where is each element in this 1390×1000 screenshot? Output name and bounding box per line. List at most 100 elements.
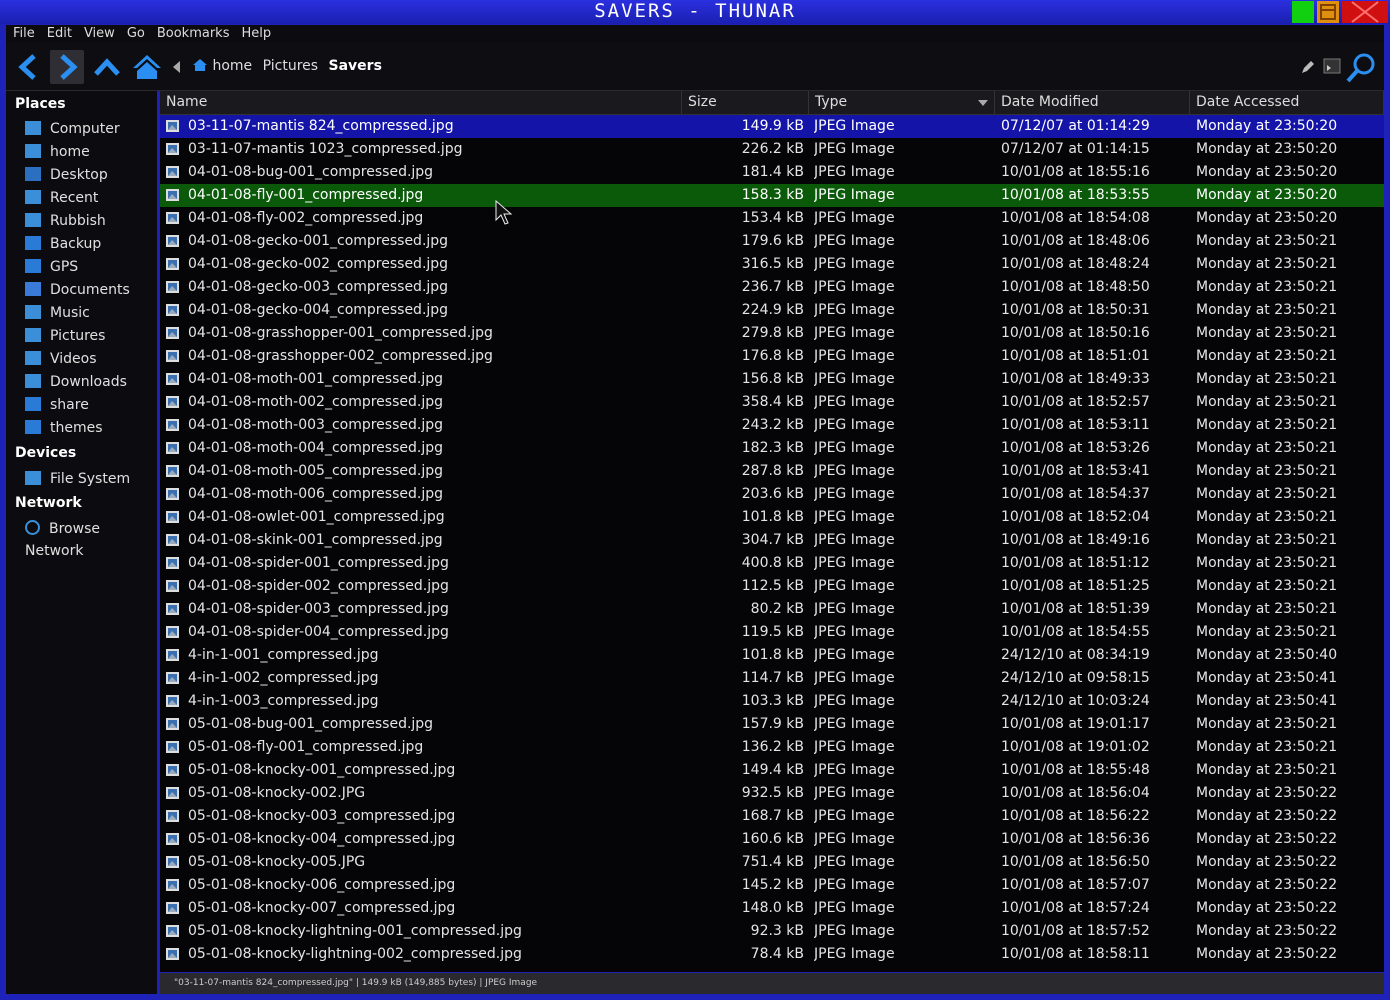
menu-bookmarks[interactable]: Bookmarks — [157, 26, 230, 41]
up-button[interactable] — [90, 50, 124, 84]
table-row[interactable]: 04-01-08-spider-003_compressed.jpg 80.2 k… — [160, 598, 1384, 621]
folder-icon — [25, 144, 41, 158]
search-icon[interactable] — [1344, 51, 1378, 85]
terminal-icon[interactable] — [1323, 57, 1341, 75]
folder-icon — [25, 259, 41, 273]
column-type[interactable]: Type — [809, 91, 995, 114]
maximize-button[interactable] — [1317, 1, 1339, 23]
column-date-modified[interactable]: Date Modified — [995, 91, 1190, 114]
table-row[interactable]: 04-01-08-owlet-001_compressed.jpg 101.8 k… — [160, 506, 1384, 529]
sidebar-item-recent[interactable]: Recent — [25, 187, 98, 209]
table-row[interactable]: 04-01-08-gecko-003_compressed.jpg 236.7 k… — [160, 276, 1384, 299]
table-row[interactable]: 05-01-08-knocky-006_compressed.jpg 145.2 … — [160, 874, 1384, 897]
table-row[interactable]: 4-in-1-002_compressed.jpg 114.7 kB JPEG Im… — [160, 667, 1384, 690]
table-row[interactable]: 05-01-08-knocky-lightning-001_compressed… — [160, 920, 1384, 943]
image-file-icon — [166, 350, 179, 362]
sidebar-item-themes[interactable]: themes — [25, 417, 103, 439]
sidebar-item-share[interactable]: share — [25, 394, 89, 416]
table-row[interactable]: 05-01-08-knocky-005.JPG 751.4 kB JPEG Imag… — [160, 851, 1384, 874]
folder-icon — [25, 190, 41, 204]
table-row[interactable]: 05-01-08-knocky-001_compressed.jpg 149.4 … — [160, 759, 1384, 782]
image-file-icon — [166, 787, 179, 799]
file-type: JPEG Image — [814, 141, 895, 157]
table-row[interactable]: 04-01-08-moth-006_compressed.jpg 203.6 kB… — [160, 483, 1384, 506]
table-row[interactable]: 04-01-08-moth-001_compressed.jpg 156.8 kB… — [160, 368, 1384, 391]
table-row[interactable]: 04-01-08-gecko-004_compressed.jpg 224.9 k… — [160, 299, 1384, 322]
sidebar-item-music[interactable]: Music — [25, 302, 90, 324]
column-size[interactable]: Size — [682, 91, 809, 114]
edit-location-icon[interactable] — [1300, 59, 1316, 75]
file-size: 400.8 kB — [741, 555, 804, 571]
table-row[interactable]: 05-01-08-knocky-002.JPG 932.5 kB JPEG Imag… — [160, 782, 1384, 805]
table-row[interactable]: 04-01-08-spider-002_compressed.jpg 112.5 … — [160, 575, 1384, 598]
sidebar-item-rubbish[interactable]: Rubbish — [25, 210, 106, 232]
table-row[interactable]: 04-01-08-grasshopper-001_compressed.jpg 2… — [160, 322, 1384, 345]
table-row[interactable]: 04-01-08-fly-001_compressed.jpg 158.3 kB J… — [160, 184, 1384, 207]
crumb-home[interactable]: home — [212, 58, 252, 74]
image-file-icon — [166, 879, 179, 891]
sidebar-item-backup[interactable]: Backup — [25, 233, 101, 255]
image-file-icon — [166, 695, 179, 707]
table-row[interactable]: 05-01-08-knocky-007_compressed.jpg 148.0 … — [160, 897, 1384, 920]
table-row[interactable]: 04-01-08-moth-004_compressed.jpg 182.3 kB… — [160, 437, 1384, 460]
table-row[interactable]: 03-11-07-mantis 824_compressed.jpg 149.9 … — [160, 115, 1384, 138]
forward-button[interactable] — [50, 50, 84, 84]
table-row[interactable]: 4-in-1-001_compressed.jpg 101.8 kB JPEG Im… — [160, 644, 1384, 667]
table-row[interactable]: 03-11-07-mantis 1023_compressed.jpg 226.2… — [160, 138, 1384, 161]
table-row[interactable]: 04-01-08-gecko-001_compressed.jpg 179.6 k… — [160, 230, 1384, 253]
file-date-accessed: Monday at 23:50:21 — [1196, 394, 1338, 410]
file-size: 101.8 kB — [741, 509, 804, 525]
sidebar-item-computer[interactable]: Computer — [25, 118, 120, 140]
table-row[interactable]: 04-01-08-gecko-002_compressed.jpg 316.5 k… — [160, 253, 1384, 276]
sidebar-item-gps[interactable]: GPS — [25, 256, 78, 278]
table-row[interactable]: 4-in-1-003_compressed.jpg 103.3 kB JPEG Im… — [160, 690, 1384, 713]
sidebar-item-browse-network[interactable]: Browse Network — [25, 518, 157, 559]
file-type: JPEG Image — [814, 164, 895, 180]
menu-file[interactable]: File — [13, 26, 35, 41]
sidebar-item-documents[interactable]: Documents — [25, 279, 130, 301]
table-row[interactable]: 05-01-08-knocky-004_compressed.jpg 160.6 … — [160, 828, 1384, 851]
column-date-accessed[interactable]: Date Accessed — [1190, 91, 1384, 114]
column-name[interactable]: Name — [160, 91, 682, 114]
file-name: 04-01-08-moth-003_compressed.jpg — [188, 417, 443, 433]
menu-help[interactable]: Help — [241, 26, 271, 41]
sidebar-item-pictures[interactable]: Pictures — [25, 325, 105, 347]
file-name: 05-01-08-knocky-006_compressed.jpg — [188, 877, 456, 893]
table-row[interactable]: 04-01-08-spider-004_compressed.jpg 119.5 … — [160, 621, 1384, 644]
sidebar-item-downloads[interactable]: Downloads — [25, 371, 127, 393]
table-row[interactable]: 05-01-08-bug-001_compressed.jpg 157.9 kB J… — [160, 713, 1384, 736]
home-button[interactable] — [130, 50, 164, 84]
table-row[interactable]: 04-01-08-fly-002_compressed.jpg 153.4 kB J… — [160, 207, 1384, 230]
file-size: 112.5 kB — [741, 578, 804, 594]
table-row[interactable]: 05-01-08-fly-001_compressed.jpg 136.2 kB J… — [160, 736, 1384, 759]
file-name: 04-01-08-skink-001_compressed.jpg — [188, 532, 443, 548]
folder-icon — [25, 328, 41, 342]
table-row[interactable]: 04-01-08-bug-001_compressed.jpg 181.4 kB J… — [160, 161, 1384, 184]
file-name: 05-01-08-knocky-005.JPG — [188, 854, 366, 870]
crumb-savers[interactable]: Savers — [329, 58, 382, 74]
table-row[interactable]: 04-01-08-skink-001_compressed.jpg 304.7 k… — [160, 529, 1384, 552]
menu-go[interactable]: Go — [127, 26, 145, 41]
menu-view[interactable]: View — [84, 26, 115, 41]
minimize-button[interactable] — [1292, 1, 1314, 23]
table-row[interactable]: 04-01-08-moth-003_compressed.jpg 243.2 kB… — [160, 414, 1384, 437]
file-date-modified: 10/01/08 at 18:55:48 — [1001, 762, 1150, 778]
table-row[interactable]: 04-01-08-grasshopper-002_compressed.jpg 1… — [160, 345, 1384, 368]
sidebar-item-home[interactable]: home — [25, 141, 90, 163]
image-file-icon — [166, 304, 179, 316]
crumb-pictures[interactable]: Pictures — [263, 58, 318, 74]
table-row[interactable]: 04-01-08-moth-002_compressed.jpg 358.4 kB… — [160, 391, 1384, 414]
sidebar-item-videos[interactable]: Videos — [25, 348, 97, 370]
menu-edit[interactable]: Edit — [47, 26, 72, 41]
breadcrumb-left-icon[interactable] — [172, 60, 182, 74]
sidebar-item-file-system[interactable]: File System — [25, 468, 130, 490]
back-button[interactable] — [12, 50, 46, 84]
table-row[interactable]: 05-01-08-knocky-lightning-002_compressed… — [160, 943, 1384, 966]
table-row[interactable]: 04-01-08-moth-005_compressed.jpg 287.8 kB… — [160, 460, 1384, 483]
close-button[interactable] — [1342, 1, 1388, 23]
file-name: 04-01-08-grasshopper-001_compressed.jpg — [188, 325, 493, 341]
table-row[interactable]: 05-01-08-knocky-003_compressed.jpg 168.7 … — [160, 805, 1384, 828]
table-row[interactable]: 04-01-08-spider-001_compressed.jpg 400.8 … — [160, 552, 1384, 575]
sidebar-item-desktop[interactable]: Desktop — [25, 164, 108, 186]
image-file-icon — [166, 189, 179, 201]
